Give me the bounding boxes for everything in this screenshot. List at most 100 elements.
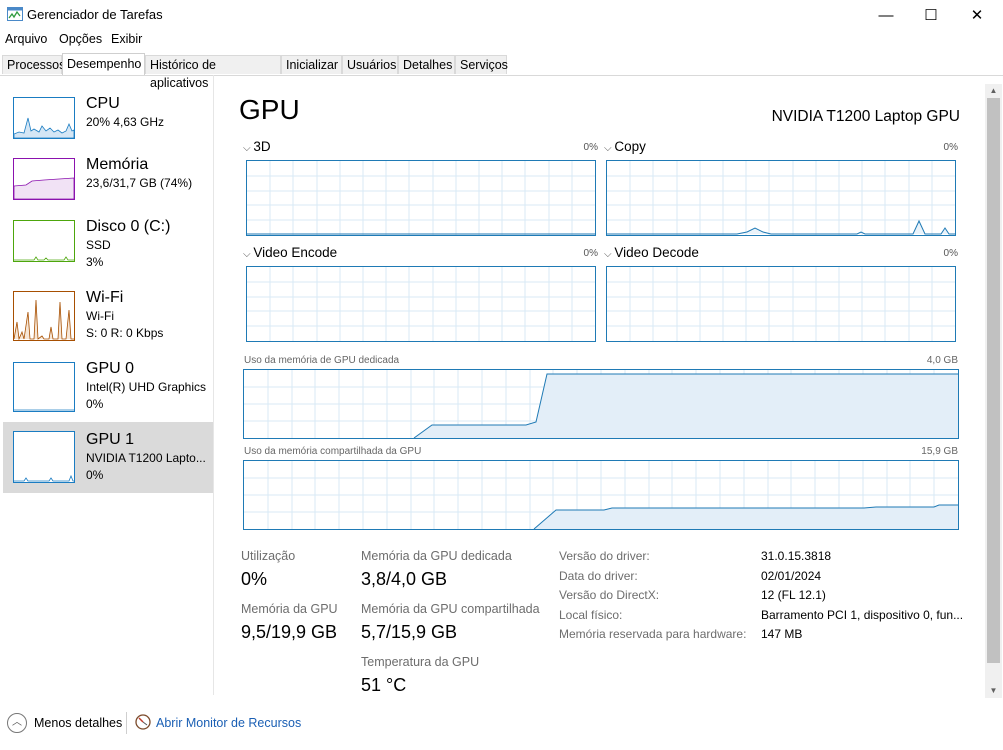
sidebar-item-detail: NVIDIA T1200 Lapto... bbox=[86, 451, 206, 465]
menu-exibir[interactable]: Exibir bbox=[111, 32, 142, 46]
minimize-button[interactable]: — bbox=[863, 0, 909, 30]
sidebar-item-usage: 0% bbox=[86, 468, 104, 482]
task-manager-icon bbox=[7, 7, 23, 21]
engine-video-encode-graph bbox=[246, 266, 596, 342]
chevron-down-icon: ⌵ bbox=[243, 249, 254, 260]
engine-percent: 0% bbox=[943, 142, 958, 153]
open-resource-monitor-link[interactable]: Abrir Monitor de Recursos bbox=[156, 716, 301, 730]
sidebar-item-detail: Intel(R) UHD Graphics bbox=[86, 380, 207, 394]
gpu0-graph-icon bbox=[13, 362, 75, 412]
engine-percent: 0% bbox=[583, 142, 598, 153]
sidebar-item-detail: 20% 4,63 GHz bbox=[86, 115, 165, 129]
info-label: Memória reservada para hardware: bbox=[559, 627, 747, 641]
info-label: Local físico: bbox=[559, 608, 623, 622]
shared-memory-stat-label: Memória da GPU compartilhada bbox=[361, 602, 540, 616]
sidebar-item-title: GPU 0 bbox=[86, 360, 135, 377]
chevron-down-icon: ⌵ bbox=[604, 143, 615, 154]
engine-label: Copy bbox=[614, 139, 646, 154]
info-value: 147 MB bbox=[761, 627, 803, 641]
sidebar-item-detail: SSD bbox=[86, 238, 111, 252]
dedicated-memory-stat-value: 3,8/4,0 GB bbox=[361, 569, 448, 589]
network-graph-icon bbox=[13, 291, 75, 341]
tab-processos[interactable]: Processos bbox=[2, 55, 65, 74]
tab-historico[interactable]: Histórico de aplicativos bbox=[145, 55, 281, 90]
engine-percent: 0% bbox=[943, 248, 958, 259]
engine-copy-selector[interactable]: ⌵ Copy bbox=[604, 139, 646, 154]
dedicated-memory-max: 4,0 GB bbox=[926, 355, 958, 366]
chevron-down-icon: ⌵ bbox=[604, 249, 615, 260]
info-label: Data do driver: bbox=[559, 569, 638, 583]
sidebar-item-detail: 23,6/31,7 GB (74%) bbox=[86, 176, 193, 190]
cpu-graph-icon bbox=[13, 97, 75, 139]
sidebar-item-cpu[interactable]: CPU 20% 4,63 GHz bbox=[3, 93, 213, 161]
dedicated-memory-stat-label: Memória da GPU dedicada bbox=[361, 549, 512, 563]
window-title: Gerenciador de Tarefas bbox=[27, 7, 163, 22]
sidebar-item-title: Memória bbox=[86, 156, 149, 173]
scroll-up-icon[interactable]: ▲ bbox=[985, 84, 1002, 98]
shared-memory-label: Uso da memória compartilhada da GPU bbox=[244, 446, 422, 457]
engine-copy-graph bbox=[606, 160, 956, 236]
menu-opcoes[interactable]: Opções bbox=[59, 32, 102, 46]
dedicated-memory-label: Uso da memória de GPU dedicada bbox=[244, 355, 400, 366]
disk-graph-icon bbox=[13, 220, 75, 262]
sidebar-item-title: GPU 1 bbox=[86, 431, 135, 448]
dedicated-memory-graph bbox=[243, 369, 959, 439]
gpu-memory-label: Memória da GPU bbox=[241, 602, 338, 616]
less-details-button[interactable]: Menos detalhes bbox=[34, 716, 122, 730]
sidebar-item-memoria[interactable]: Memória 23,6/31,7 GB (74%) bbox=[3, 154, 213, 222]
engine-video-decode-selector[interactable]: ⌵ Video Decode bbox=[604, 245, 699, 260]
resource-monitor-icon bbox=[135, 714, 151, 730]
shared-memory-graph bbox=[243, 460, 959, 530]
tab-desempenho[interactable]: Desempenho bbox=[62, 53, 145, 75]
info-label: Versão do DirectX: bbox=[559, 588, 660, 602]
tab-usuarios[interactable]: Usuários bbox=[342, 55, 398, 74]
sidebar-item-wifi[interactable]: Wi-Fi Wi-Fi S: 0 R: 0 Kbps bbox=[3, 287, 213, 355]
shared-memory-max: 15,9 GB bbox=[921, 446, 958, 457]
gpu-temperature-value: 51 °C bbox=[361, 675, 407, 695]
sidebar-item-usage: 0% bbox=[86, 397, 104, 411]
tab-detalhes[interactable]: Detalhes bbox=[398, 55, 455, 74]
gpu-memory-value: 9,5/19,9 GB bbox=[241, 622, 338, 642]
engine-video-encode-selector[interactable]: ⌵ Video Encode bbox=[243, 245, 337, 260]
sidebar-item-title: Wi-Fi bbox=[86, 289, 124, 306]
engine-3d-selector[interactable]: ⌵ 3D bbox=[243, 139, 271, 154]
utilization-label: Utilização bbox=[241, 549, 296, 563]
sidebar-item-detail: Wi-Fi bbox=[86, 309, 114, 323]
gpu1-graph-icon bbox=[13, 431, 75, 483]
engine-percent: 0% bbox=[583, 248, 598, 259]
sidebar-item-title: CPU bbox=[86, 95, 120, 112]
close-button[interactable]: ✕ bbox=[954, 0, 1000, 30]
engine-label: Video Decode bbox=[614, 245, 699, 260]
shared-memory-stat-value: 5,7/15,9 GB bbox=[361, 622, 458, 642]
engine-label: 3D bbox=[253, 139, 271, 154]
info-value: 12 (FL 12.1) bbox=[761, 588, 826, 602]
info-label: Versão do driver: bbox=[559, 549, 650, 563]
chevron-up-icon[interactable]: ︿ bbox=[7, 713, 27, 733]
sidebar-item-usage: 3% bbox=[86, 255, 104, 269]
sidebar-item-throughput: S: 0 R: 0 Kbps bbox=[86, 326, 164, 340]
engine-3d-graph bbox=[246, 160, 596, 236]
tab-inicializar[interactable]: Inicializar bbox=[281, 55, 342, 74]
chevron-down-icon: ⌵ bbox=[243, 143, 254, 154]
gpu-temperature-label: Temperatura da GPU bbox=[361, 655, 480, 669]
sidebar-item-gpu0[interactable]: GPU 0 Intel(R) UHD Graphics 0% bbox=[3, 358, 213, 426]
utilization-value: 0% bbox=[241, 569, 268, 589]
info-value: Barramento PCI 1, dispositivo 0, fun... bbox=[761, 608, 964, 622]
menu-arquivo[interactable]: Arquivo bbox=[5, 32, 47, 46]
scroll-down-icon[interactable]: ▼ bbox=[985, 684, 1002, 698]
engine-label: Video Encode bbox=[253, 245, 338, 260]
engine-video-decode-graph bbox=[606, 266, 956, 342]
info-value: 02/01/2024 bbox=[761, 569, 822, 583]
page-title: GPU bbox=[239, 94, 300, 125]
scrollbar-thumb[interactable] bbox=[987, 98, 1000, 663]
sidebar-item-gpu1[interactable]: GPU 1 NVIDIA T1200 Lapto... 0% bbox=[3, 422, 213, 493]
info-value: 31.0.15.3818 bbox=[761, 549, 832, 563]
gpu-model-name: NVIDIA T1200 Laptop GPU bbox=[771, 108, 960, 125]
sidebar-item-disco[interactable]: Disco 0 (C:) SSD 3% bbox=[3, 216, 213, 284]
menu-bar bbox=[0, 30, 1003, 50]
footer-divider bbox=[126, 712, 127, 734]
maximize-button[interactable]: ☐ bbox=[908, 0, 954, 30]
tab-servicos[interactable]: Serviços bbox=[455, 55, 508, 74]
memory-graph-icon bbox=[13, 158, 75, 200]
sidebar-item-title: Disco 0 (C:) bbox=[86, 218, 171, 235]
